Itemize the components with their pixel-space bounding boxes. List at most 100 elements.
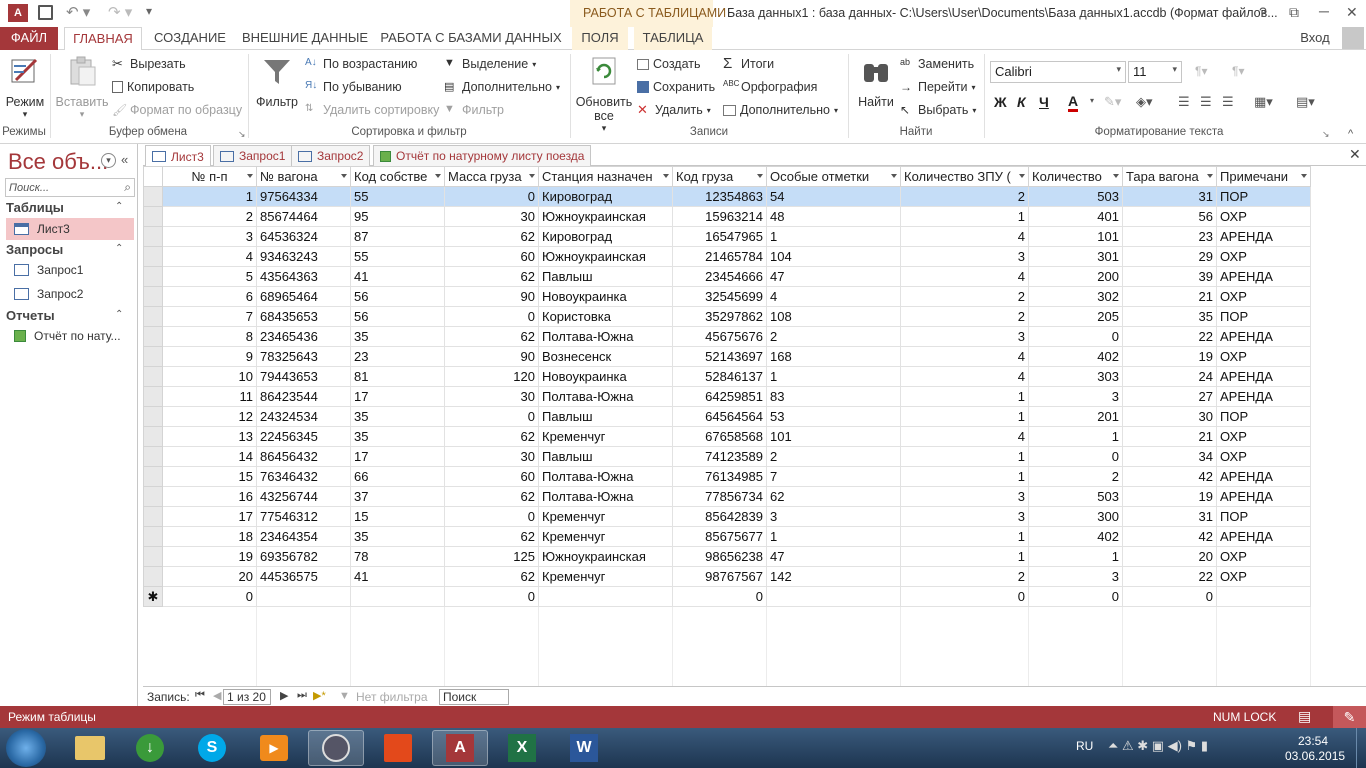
table-cell[interactable]: 83 xyxy=(766,386,901,407)
replace-button[interactable]: ab Заменить xyxy=(900,57,974,71)
italic-button[interactable]: К xyxy=(1017,94,1026,110)
table-cell[interactable]: 30 xyxy=(444,446,539,467)
table-cell[interactable]: 53 xyxy=(766,406,901,427)
table-cell[interactable]: 9 xyxy=(162,346,257,367)
table-cell[interactable]: 15963214 xyxy=(672,206,767,227)
table-cell[interactable]: 3 xyxy=(900,326,1029,347)
table-cell[interactable]: 66 xyxy=(350,466,445,487)
table-cell[interactable]: 15 xyxy=(350,506,445,527)
table-row[interactable]: 9 78325643 23 90 Вознесенск 52143697 168 4 402 19… xyxy=(143,346,1311,367)
font-size-combo[interactable]: 11 ▾ xyxy=(1128,61,1182,83)
align-center-icon[interactable]: ☰ xyxy=(1200,94,1212,110)
column-dropdown-icon[interactable] xyxy=(341,174,347,178)
save-record-button[interactable]: Сохранить xyxy=(637,80,715,94)
refresh-all-button[interactable]: Обновить все ▾ xyxy=(575,54,633,134)
filter-button[interactable]: Фильтр xyxy=(254,54,300,109)
find-button[interactable]: Найти xyxy=(854,54,898,109)
table-cell[interactable]: Павлыш xyxy=(538,446,673,467)
underline-button[interactable]: Ч xyxy=(1039,94,1049,110)
sort-descending-button[interactable]: Я↓ По убыванию xyxy=(305,80,402,94)
table-cell[interactable]: ОХР xyxy=(1216,546,1311,567)
table-cell[interactable]: 47 xyxy=(766,266,901,287)
table-cell[interactable]: 62 xyxy=(444,566,539,587)
alternate-row-icon[interactable]: ▤▾ xyxy=(1296,94,1315,110)
table-cell[interactable]: 47 xyxy=(766,546,901,567)
media-player-taskbar-icon[interactable]: ▶ xyxy=(246,730,302,766)
clock-time[interactable]: 23:54 xyxy=(1298,734,1328,748)
table-cell[interactable]: 302 xyxy=(1028,286,1123,307)
font-color-dropdown-icon[interactable]: ▾ xyxy=(1090,96,1094,105)
table-row[interactable]: 16 43256744 37 62 Полтава-Южна 77856734 62 3 503… xyxy=(143,486,1311,507)
table-cell[interactable]: 62 xyxy=(444,486,539,507)
table-cell[interactable]: Кременчуг xyxy=(538,426,673,447)
column-header[interactable]: Код собстве xyxy=(350,166,445,187)
table-cell[interactable]: 56 xyxy=(350,286,445,307)
column-dropdown-icon[interactable] xyxy=(529,174,535,178)
delete-record-button[interactable]: ✕ Удалить ▾ xyxy=(637,103,711,117)
table-cell[interactable]: 16 xyxy=(162,486,257,507)
table-cell[interactable]: 67658568 xyxy=(672,426,767,447)
table-cell[interactable]: 0 xyxy=(162,586,257,607)
table-row[interactable]: 15 76346432 66 60 Полтава-Южна 76134985 7 1 2 42 А… xyxy=(143,466,1311,487)
prev-record-icon[interactable]: ◀ xyxy=(213,689,221,702)
datasheet-view-icon[interactable]: ▤ xyxy=(1298,708,1311,725)
table-cell[interactable]: 35 xyxy=(350,526,445,547)
column-header[interactable]: Количество ЗПУ ( xyxy=(900,166,1029,187)
table-cell[interactable]: 503 xyxy=(1028,186,1123,207)
customize-qat-icon[interactable]: ▾ xyxy=(146,4,152,18)
table-row[interactable]: 11 86423544 17 30 Полтава-Южна 64259851 83 1 3 27… xyxy=(143,386,1311,407)
table-cell[interactable]: 1 xyxy=(900,206,1029,227)
row-selector[interactable] xyxy=(143,406,163,427)
table-cell[interactable]: 4 xyxy=(162,246,257,267)
table-row[interactable]: 20 44536575 41 62 Кременчуг 98767567 142 2 3 22 ОХ… xyxy=(143,566,1311,587)
row-selector[interactable] xyxy=(143,206,163,227)
nav-item-query2[interactable]: Запрос2 xyxy=(6,283,134,305)
table-cell[interactable]: 2 xyxy=(900,186,1029,207)
table-cell[interactable]: 62 xyxy=(444,326,539,347)
table-cell[interactable]: 30 xyxy=(1122,406,1217,427)
table-cell[interactable]: 19 xyxy=(162,546,257,567)
table-row[interactable]: 17 77546312 15 0 Кременчуг 85642839 3 3 300 31 ПОР xyxy=(143,506,1311,527)
row-selector[interactable] xyxy=(143,286,163,307)
tab-database-tools[interactable]: РАБОТА С БАЗАМИ ДАННЫХ xyxy=(380,27,562,50)
column-dropdown-icon[interactable] xyxy=(663,174,669,178)
column-dropdown-icon[interactable] xyxy=(247,174,253,178)
sign-in-link[interactable]: Вход xyxy=(1290,27,1340,50)
table-cell[interactable]: 56 xyxy=(1122,206,1217,227)
table-cell[interactable]: 503 xyxy=(1028,486,1123,507)
table-cell[interactable]: 27 xyxy=(1122,386,1217,407)
table-cell[interactable]: АРЕНДА xyxy=(1216,366,1311,387)
table-cell[interactable]: ОХР xyxy=(1216,246,1311,267)
column-header[interactable]: Код груза xyxy=(672,166,767,187)
table-cell[interactable]: 0 xyxy=(1122,586,1217,607)
table-cell[interactable]: 142 xyxy=(766,566,901,587)
table-cell[interactable]: ОХР xyxy=(1216,566,1311,587)
table-cell[interactable]: Новоукраинка xyxy=(538,366,673,387)
table-cell[interactable]: 101 xyxy=(1028,226,1123,247)
redo-icon[interactable]: ↷ ▾ xyxy=(108,3,132,21)
row-selector[interactable] xyxy=(143,266,163,287)
table-cell[interactable]: 2 xyxy=(900,566,1029,587)
nav-group-reports[interactable]: Отчеты xyxy=(6,308,55,323)
row-selector-header[interactable] xyxy=(143,166,163,187)
table-cell[interactable]: 2 xyxy=(766,326,901,347)
tab-file[interactable]: ФАЙЛ xyxy=(0,27,58,50)
table-cell[interactable]: 401 xyxy=(1028,206,1123,227)
table-cell[interactable]: 19 xyxy=(1122,346,1217,367)
table-cell[interactable]: 24324534 xyxy=(256,406,351,427)
tab-create[interactable]: СОЗДАНИЕ xyxy=(150,27,230,50)
table-cell[interactable]: 2 xyxy=(1028,466,1123,487)
doc-tab-query1[interactable]: Запрос1 xyxy=(213,145,293,166)
text-launcher-icon[interactable]: ↘ xyxy=(1322,129,1330,140)
table-cell[interactable]: 76134985 xyxy=(672,466,767,487)
table-cell[interactable]: 24 xyxy=(1122,366,1217,387)
save-icon[interactable] xyxy=(38,5,53,20)
table-cell[interactable]: АРЕНДА xyxy=(1216,326,1311,347)
table-cell[interactable]: 3 xyxy=(900,246,1029,267)
nav-item-query1[interactable]: Запрос1 xyxy=(6,259,134,281)
table-row[interactable]: 8 23465436 35 62 Полтава-Южна 45675676 2 3 0 22 АР… xyxy=(143,326,1311,347)
table-cell[interactable]: Вознесенск xyxy=(538,346,673,367)
table-cell[interactable]: 1 xyxy=(900,546,1029,567)
column-dropdown-icon[interactable] xyxy=(1019,174,1025,178)
table-cell[interactable]: 23 xyxy=(1122,226,1217,247)
